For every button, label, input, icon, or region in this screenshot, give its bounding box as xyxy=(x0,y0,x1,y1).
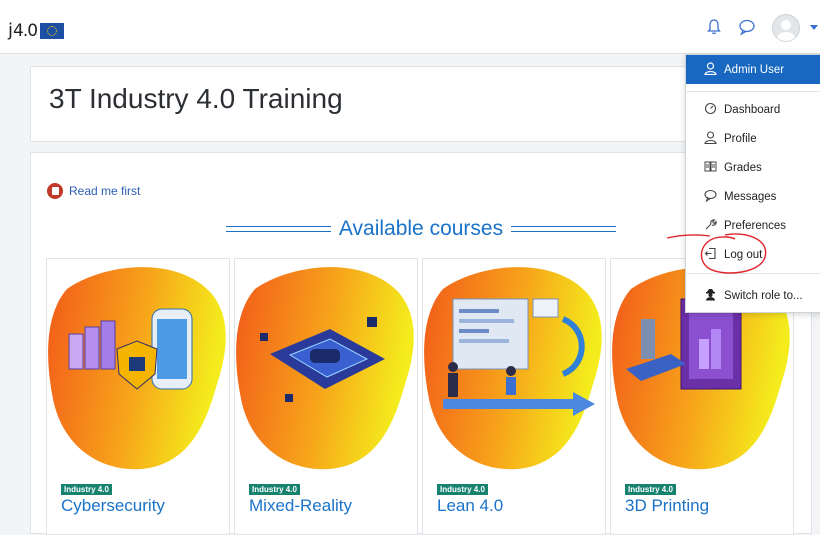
grades-icon xyxy=(702,160,718,176)
menu-item-switch-role[interactable]: Switch role to... xyxy=(686,283,820,309)
user-secret-icon xyxy=(702,288,718,304)
pdf-icon xyxy=(47,183,63,199)
logout-icon xyxy=(702,247,718,263)
menu-item-grades[interactable]: Grades xyxy=(686,155,820,181)
wrench-icon xyxy=(702,218,718,234)
course-card[interactable]: Industry 4.0 Lean 4.0 xyxy=(422,258,606,535)
readme-link[interactable]: Read me first xyxy=(47,183,140,199)
readme-label: Read me first xyxy=(69,184,141,198)
menu-item-profile[interactable]: Profile xyxy=(686,126,820,152)
chat-bubble-icon xyxy=(702,189,718,205)
course-category-badge: Industry 4.0 xyxy=(61,484,112,495)
menu-item-preferences[interactable]: Preferences xyxy=(686,213,820,239)
menu-divider xyxy=(686,273,820,274)
eu-flag-icon xyxy=(40,22,65,39)
menu-divider xyxy=(686,91,820,92)
menu-item-dashboard[interactable]: Dashboard xyxy=(686,97,820,123)
site-logo[interactable]: j 4.0 xyxy=(8,20,65,41)
course-name[interactable]: Lean 4.0 xyxy=(437,496,503,516)
menu-item-label: Log out xyxy=(724,249,763,261)
dashboard-icon xyxy=(702,102,718,118)
section-heading-text: Available courses xyxy=(338,217,504,240)
menu-item-label: Dashboard xyxy=(724,104,781,116)
course-image-cybersecurity[interactable] xyxy=(47,259,229,474)
section-heading: Available courses xyxy=(226,217,616,241)
course-category-badge: Industry 4.0 xyxy=(249,484,300,495)
heading-divider-right xyxy=(511,226,616,232)
bell-icon[interactable] xyxy=(705,18,723,36)
menu-item-label: Preferences xyxy=(724,220,787,232)
menu-item-label: Switch role to... xyxy=(724,290,803,302)
menu-item-logout[interactable]: Log out xyxy=(686,242,820,268)
user-menu-header-label: Admin User xyxy=(724,63,785,76)
menu-item-messages[interactable]: Messages xyxy=(686,184,820,210)
user-icon xyxy=(702,131,718,147)
course-category-badge: Industry 4.0 xyxy=(625,484,676,495)
user-menu-header[interactable]: Admin User xyxy=(686,55,820,84)
course-name[interactable]: 3D Printing xyxy=(625,496,709,516)
user-menu-dropdown: Admin User Dashboard Profile Grades Mess… xyxy=(685,54,820,313)
course-image-lean[interactable] xyxy=(423,259,605,474)
course-card[interactable]: Industry 4.0 Mixed-Reality xyxy=(234,258,418,535)
heading-divider-left xyxy=(226,226,331,232)
menu-item-label: Profile xyxy=(724,133,757,145)
course-name[interactable]: Cybersecurity xyxy=(61,496,165,516)
page-header-card: 3T Industry 4.0 Training xyxy=(30,66,792,142)
course-category-badge: Industry 4.0 xyxy=(437,484,488,495)
course-card[interactable]: Industry 4.0 Cybersecurity xyxy=(46,258,230,535)
top-navbar: j 4.0 xyxy=(0,0,820,54)
page-title: 3T Industry 4.0 Training xyxy=(49,83,343,114)
chat-bubble-icon[interactable] xyxy=(738,18,756,36)
menu-item-label: Messages xyxy=(724,191,777,203)
user-icon xyxy=(702,61,718,78)
course-name[interactable]: Mixed-Reality xyxy=(249,496,352,516)
chevron-down-icon[interactable] xyxy=(810,25,818,30)
menu-item-label: Grades xyxy=(724,162,762,174)
user-avatar[interactable] xyxy=(772,14,800,42)
logo-text: 4.0 xyxy=(13,20,38,41)
course-image-mixed-reality[interactable] xyxy=(235,259,417,474)
